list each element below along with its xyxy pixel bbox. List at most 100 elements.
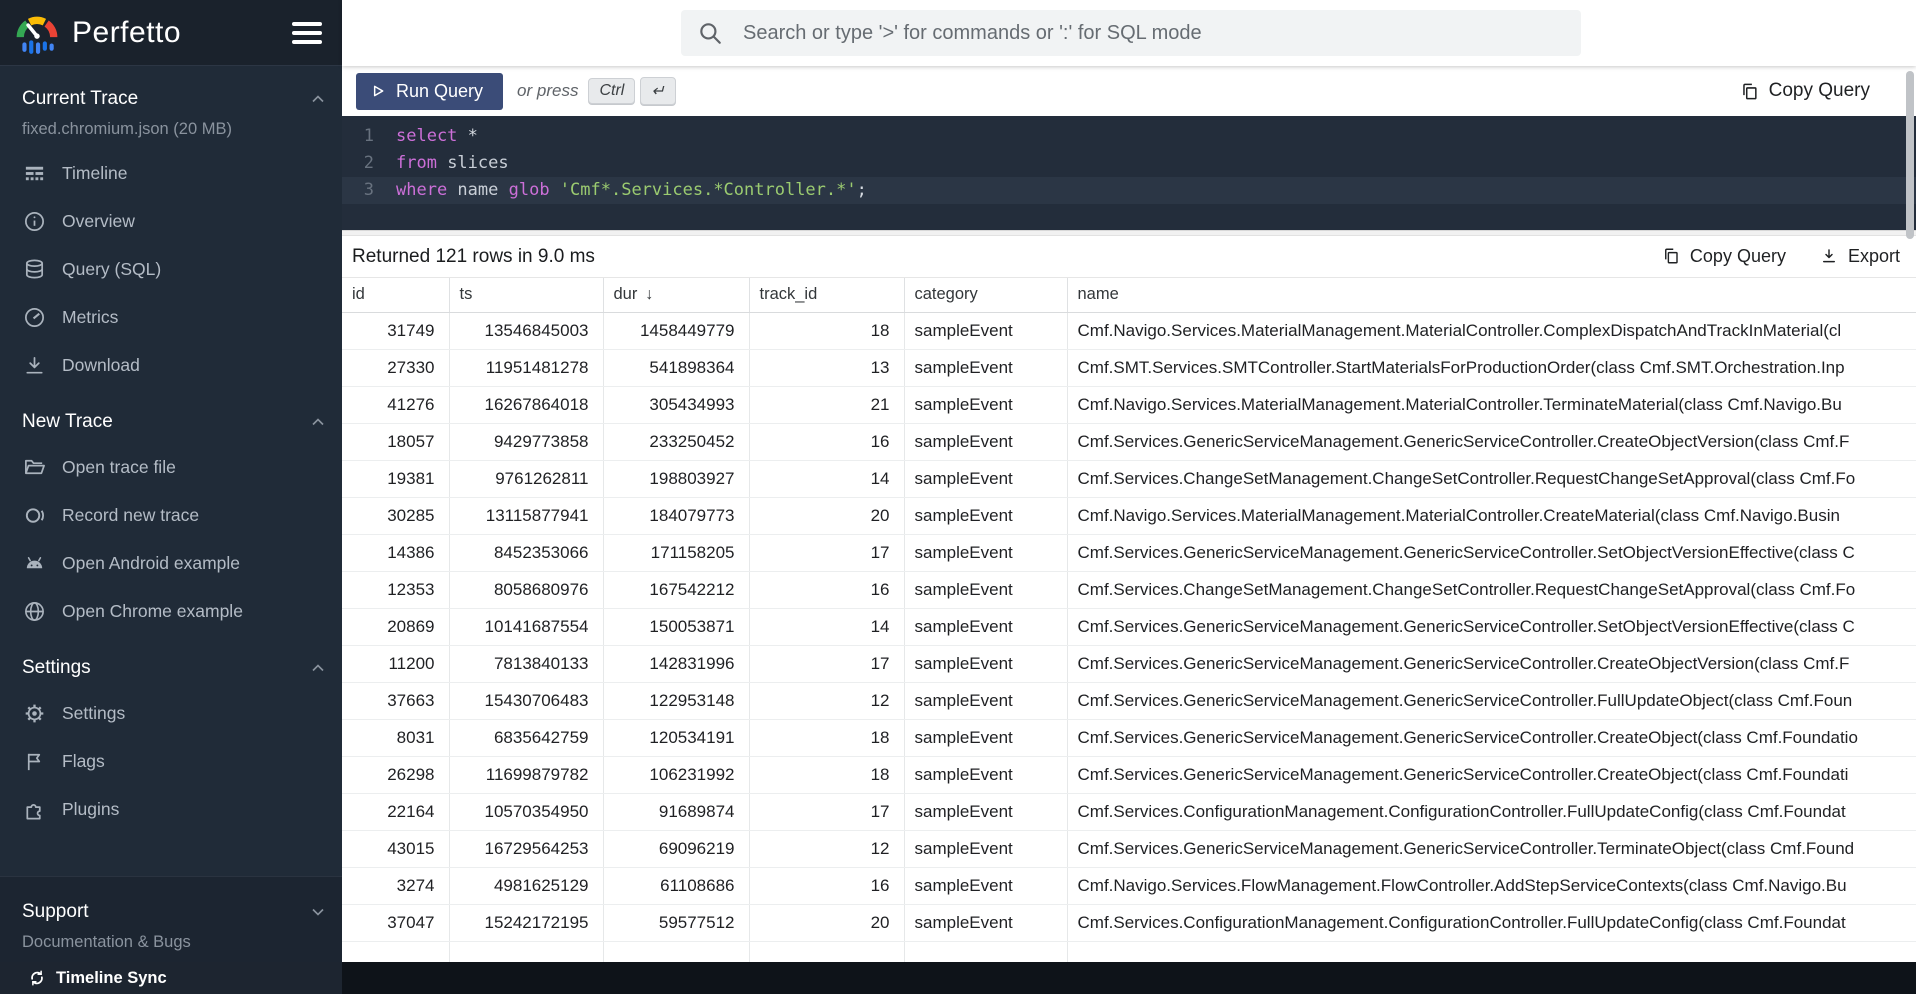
cell-name[interactable]: Cmf.Services.ConfigurationManagement.Con… — [1067, 793, 1916, 831]
cell-id[interactable]: 22164 — [342, 793, 450, 831]
sidebar-item-plugins[interactable]: Plugins — [0, 785, 342, 833]
table-row[interactable]: 8031 6835642759 120534191 18 sampleEvent… — [342, 719, 1916, 757]
sidebar-item-open-chrome-example[interactable]: Open Chrome example — [0, 587, 342, 635]
cell-id[interactable]: 12353 — [342, 571, 450, 609]
cell-category[interactable]: sampleEvent — [904, 534, 1068, 572]
cell-name[interactable]: Cmf.Navigo.Services.MaterialManagement.M… — [1067, 386, 1916, 424]
cell-id[interactable]: 27330 — [342, 349, 450, 387]
cell-name[interactable]: Cmf.Services.GenericServiceManagement.Ge… — [1067, 719, 1916, 757]
cell-ts[interactable]: 8452353066 — [449, 534, 604, 572]
cell-id[interactable] — [342, 941, 450, 962]
column-header-id[interactable]: id — [342, 278, 450, 313]
cell-category[interactable]: sampleEvent — [904, 571, 1068, 609]
cell-name[interactable]: Cmf.SMT.Services.SMTController.StartMate… — [1067, 349, 1916, 387]
section-header-settings[interactable]: Settings — [0, 647, 342, 689]
cell-dur[interactable]: 198803927 — [603, 460, 750, 498]
cell-dur[interactable]: 91689874 — [603, 793, 750, 831]
cell-track-id[interactable]: 18 — [749, 719, 905, 757]
table-row[interactable]: 12353 8058680976 167542212 16 sampleEven… — [342, 571, 1916, 609]
cell-dur[interactable]: 150053871 — [603, 608, 750, 646]
table-row[interactable]: 11200 7813840133 142831996 17 sampleEven… — [342, 645, 1916, 683]
cell-ts[interactable]: 11699879782 — [449, 756, 604, 794]
sidebar-item-record-new-trace[interactable]: Record new trace — [0, 491, 342, 539]
cell-id[interactable]: 19381 — [342, 460, 450, 498]
cell-category[interactable]: sampleEvent — [904, 423, 1068, 461]
table-row[interactable]: 31749 13546845003 1458449779 18 sampleEv… — [342, 312, 1916, 350]
table-row[interactable]: 37663 15430706483 122953148 12 sampleEve… — [342, 682, 1916, 720]
cell-category[interactable]: sampleEvent — [904, 830, 1068, 868]
cell-dur[interactable]: 61108686 — [603, 867, 750, 905]
table-row[interactable]: 3274 4981625129 61108686 16 sampleEvent … — [342, 867, 1916, 905]
section-header-support[interactable]: Support — [0, 891, 342, 933]
section-header-new-trace[interactable]: New Trace — [0, 401, 342, 443]
cell-track-id[interactable]: 18 — [749, 756, 905, 794]
documentation-bugs-link[interactable]: Documentation & Bugs — [0, 933, 342, 962]
cell-category[interactable]: sampleEvent — [904, 349, 1068, 387]
cell-category[interactable]: sampleEvent — [904, 645, 1068, 683]
cell-ts[interactable]: 11951481278 — [449, 349, 604, 387]
cell-name[interactable]: Cmf.Navigo.Services.FlowManagement.FlowC… — [1067, 867, 1916, 905]
cell-track-id[interactable]: 17 — [749, 645, 905, 683]
menu-icon[interactable] — [292, 21, 322, 44]
cell-dur[interactable]: 106231992 — [603, 756, 750, 794]
cell-category[interactable]: sampleEvent — [904, 386, 1068, 424]
cell-ts[interactable]: 15430706483 — [449, 682, 604, 720]
cell-ts[interactable]: 9429773858 — [449, 423, 604, 461]
cell-ts[interactable]: 15242172195 — [449, 904, 604, 942]
table-row[interactable]: 22164 10570354950 91689874 17 sampleEven… — [342, 793, 1916, 831]
table-row[interactable]: 43015 16729564253 69096219 12 sampleEven… — [342, 830, 1916, 868]
cell-id[interactable]: 31749 — [342, 312, 450, 350]
cell-dur[interactable]: 184079773 — [603, 497, 750, 535]
cell-track-id[interactable]: 21 — [749, 386, 905, 424]
cell-dur[interactable]: 305434993 — [603, 386, 750, 424]
cell-id[interactable]: 3274 — [342, 867, 450, 905]
scrollbar-thumb[interactable] — [1906, 71, 1914, 239]
cell-id[interactable]: 30285 — [342, 497, 450, 535]
cell-dur[interactable]: 541898364 — [603, 349, 750, 387]
cell-name[interactable]: Cmf.Services.GenericServiceManagement.Ge… — [1067, 608, 1916, 646]
run-query-button[interactable]: Run Query — [356, 72, 504, 110]
sidebar-item-open-android-example[interactable]: Open Android example — [0, 539, 342, 587]
cell-dur[interactable]: 69096219 — [603, 830, 750, 868]
cell-name[interactable]: Cmf.Services.GenericServiceManagement.Ge… — [1067, 682, 1916, 720]
sidebar-item-overview[interactable]: Overview — [0, 197, 342, 245]
cell-dur[interactable]: 233250452 — [603, 423, 750, 461]
cell-track-id[interactable]: 13 — [749, 349, 905, 387]
copy-query-button-results[interactable]: Copy Query — [1662, 246, 1786, 267]
cell-category[interactable]: sampleEvent — [904, 682, 1068, 720]
sidebar-item-query-sql[interactable]: Query (SQL) — [0, 245, 342, 293]
cell-dur[interactable]: 171158205 — [603, 534, 750, 572]
cell-category[interactable]: sampleEvent — [904, 608, 1068, 646]
cell-ts[interactable]: 9761262811 — [449, 460, 604, 498]
cell-category[interactable]: sampleEvent — [904, 719, 1068, 757]
cell-id[interactable]: 41276 — [342, 386, 450, 424]
sql-editor[interactable]: 1 select * 2 from slices 3 where name glob … — [342, 116, 1916, 230]
table-row[interactable]: 37047 15242172195 59577512 20 sampleEven… — [342, 904, 1916, 942]
cell-ts[interactable]: 8058680976 — [449, 571, 604, 609]
cell-category[interactable]: sampleEvent — [904, 460, 1068, 498]
cell-dur[interactable]: 1458449779 — [603, 312, 750, 350]
cell-category[interactable]: sampleEvent — [904, 793, 1068, 831]
cell-track-id[interactable]: 12 — [749, 830, 905, 868]
table-row[interactable] — [342, 941, 1916, 962]
table-row[interactable]: 19381 9761262811 198803927 14 sampleEven… — [342, 460, 1916, 498]
cell-track-id[interactable] — [749, 941, 905, 962]
cell-ts[interactable]: 6835642759 — [449, 719, 604, 757]
cell-track-id[interactable]: 18 — [749, 312, 905, 350]
sidebar-item-open-trace-file[interactable]: Open trace file — [0, 443, 342, 491]
copy-query-button-top[interactable]: Copy Query — [1740, 80, 1870, 102]
cell-dur[interactable]: 122953148 — [603, 682, 750, 720]
cell-ts[interactable]: 10570354950 — [449, 793, 604, 831]
column-header-dur[interactable]: dur ↓ — [603, 278, 750, 313]
cell-ts[interactable] — [449, 941, 604, 962]
cell-category[interactable]: sampleEvent — [904, 312, 1068, 350]
cell-ts[interactable]: 7813840133 — [449, 645, 604, 683]
timeline-sync-button[interactable]: Timeline Sync — [0, 962, 342, 994]
table-row[interactable]: 26298 11699879782 106231992 18 sampleEve… — [342, 756, 1916, 794]
cell-id[interactable]: 8031 — [342, 719, 450, 757]
sidebar-item-flags[interactable]: Flags — [0, 737, 342, 785]
cell-name[interactable]: Cmf.Navigo.Services.MaterialManagement.M… — [1067, 497, 1916, 535]
sidebar-item-timeline[interactable]: Timeline — [0, 149, 342, 197]
cell-id[interactable]: 37047 — [342, 904, 450, 942]
export-button[interactable]: Export — [1820, 246, 1900, 267]
